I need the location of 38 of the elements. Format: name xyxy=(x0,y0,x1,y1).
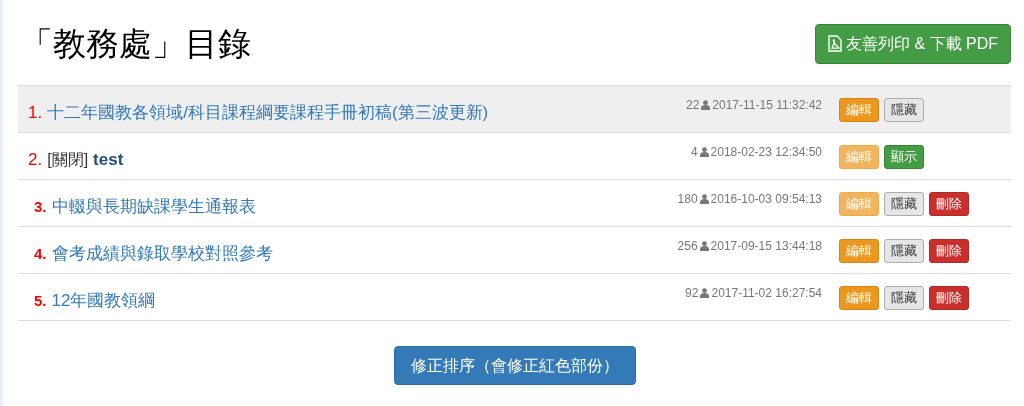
view-count: 22 xyxy=(686,97,700,114)
pdf-file-icon xyxy=(828,35,842,52)
fix-order-button[interactable]: 修正排序（會修正紅色部份） xyxy=(393,346,636,385)
show-button[interactable]: 顯示 xyxy=(884,145,924,169)
item-number: 1. xyxy=(28,102,43,124)
item-number: 4. xyxy=(34,244,47,264)
item-number: 5. xyxy=(34,291,47,311)
user-icon xyxy=(699,241,709,251)
hide-button[interactable]: 隱藏 xyxy=(884,239,924,263)
delete-button[interactable]: 刪除 xyxy=(929,286,969,310)
user-icon xyxy=(701,100,711,110)
print-pdf-button[interactable]: 友善列印 & 下載 PDF xyxy=(815,23,1011,64)
page-title: 「教務處」目錄 xyxy=(20,27,251,60)
item-link[interactable]: 12年國教領綱 xyxy=(51,288,156,314)
item-link[interactable]: 會考成績與錄取學校對照參考 xyxy=(51,241,273,267)
timestamp: 2016-10-03 09:54:13 xyxy=(710,191,822,208)
timestamp: 2017-11-02 16:27:54 xyxy=(711,285,822,302)
hide-button[interactable]: 隱藏 xyxy=(884,192,924,216)
delete-button[interactable]: 刪除 xyxy=(929,192,969,216)
item-link[interactable]: 十二年國教各領域/科目課程綱要課程手冊初稿(第三波更新) xyxy=(47,100,489,126)
item-number: 2. xyxy=(28,149,43,171)
view-count: 180 xyxy=(677,191,698,208)
item-link[interactable]: test xyxy=(93,147,124,173)
view-count: 92 xyxy=(685,285,699,302)
item-number: 3. xyxy=(34,197,47,217)
view-count: 4 xyxy=(690,144,698,161)
timestamp: 2017-09-15 13:44:18 xyxy=(710,238,822,255)
status-label: [關閉] xyxy=(47,150,89,170)
hide-button[interactable]: 隱藏 xyxy=(884,286,924,310)
delete-button[interactable]: 刪除 xyxy=(929,239,969,263)
hide-button[interactable]: 隱藏 xyxy=(884,98,924,122)
user-icon xyxy=(699,194,709,204)
item-link[interactable]: 中輟與長期缺課學生通報表 xyxy=(51,194,256,220)
timestamp: 2018-02-23 12:34:50 xyxy=(710,144,822,161)
user-icon xyxy=(700,288,710,298)
view-count: 256 xyxy=(677,238,698,255)
timestamp: 2017-11-15 11:32:42 xyxy=(712,97,822,114)
user-icon xyxy=(699,147,709,157)
